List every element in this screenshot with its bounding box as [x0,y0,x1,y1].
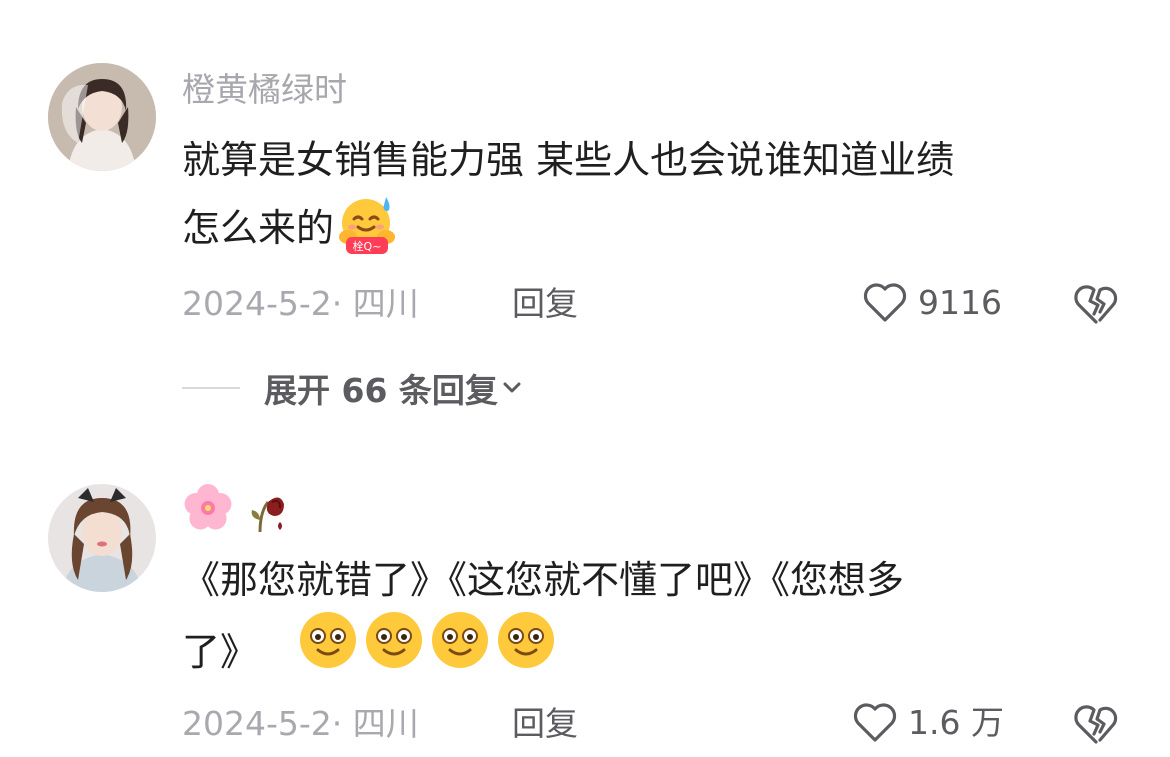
dislike-button[interactable] [1073,281,1119,327]
comment-text-line-1: 就算是女销售能力强 某些人也会说谁知道业绩 [182,138,955,182]
smile-emoji [300,612,555,668]
comment-text-line-1: 《那您就错了》《这您就不懂了吧》《您想多 [182,558,905,602]
expand-divider [182,387,240,389]
comment-text-line-2-text: 怎么来的 [182,206,335,250]
comment-meta: 2024-5-2· 四川 [182,704,419,743]
broken-heart-icon [1074,705,1118,744]
comment-text: 就算是女销售能力强 某些人也会说谁知道业绩 怎么来的 栓Q~ [182,126,1112,263]
comment-text-line-2-text: 了》 [182,630,259,674]
avatar-image [48,63,156,171]
avatar[interactable] [48,63,156,171]
dislike-button[interactable] [1073,701,1119,747]
broken-heart-icon [1074,285,1118,324]
reply-button[interactable]: 回复 [512,707,578,740]
heart-icon [863,283,907,322]
comment-text: 《那您就错了》《这您就不懂了吧》《您想多 了》 [182,546,1112,695]
sweat-hug-emoji: 栓Q~ [336,193,400,257]
like-count: 1.6 万 [908,702,1004,742]
comment-meta: 2024-5-2· 四川 [182,284,419,323]
avatar[interactable] [48,484,156,592]
username[interactable] [182,482,290,534]
like-button[interactable]: 9116 [862,281,1002,323]
comment-text-line-2: 怎么来的 栓Q~ [182,194,1112,263]
smile-emoji-group [298,610,555,691]
reply-button[interactable]: 回复 [512,287,578,320]
expand-replies[interactable]: 展开 66 条回复 [182,364,522,412]
like-count: 9116 [918,282,1002,322]
chevron-down-icon [503,382,521,393]
expand-replies-label: 展开 66 条回复 [264,371,498,410]
username[interactable]: 橙黄橘绿时 [182,73,347,106]
wilted-rose-emoji [251,497,284,533]
cherry-blossom-emoji [184,484,232,530]
comment-text-line-2: 了》 [182,612,1112,695]
emoji-badge-text: 栓Q~ [353,239,382,253]
avatar-image [48,484,156,592]
like-button[interactable]: 1.6 万 [852,701,1004,743]
heart-icon [853,703,897,742]
